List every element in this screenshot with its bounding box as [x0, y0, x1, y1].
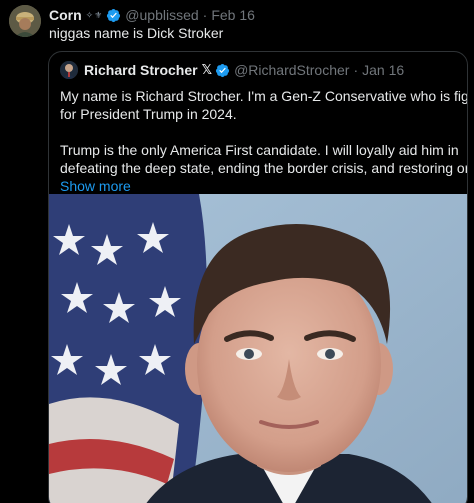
quoted-text-line: defeating the deep state, ending the bor… [60, 160, 468, 176]
quoted-separator-dot: · [353, 62, 359, 78]
portrait-photo [49, 194, 467, 503]
quoted-tweet-text: My name is Richard Strocher. I'm a Gen-Z… [60, 87, 468, 195]
quoted-tweet-card[interactable]: Richard Strocher 𝕏 @RichardStrocher · Ja… [48, 51, 468, 503]
quoted-text-line: My name is Richard Strocher. I'm a Gen-Z… [60, 88, 468, 104]
quoted-text-line: Trump is the only America First candidat… [60, 142, 459, 158]
quoted-verified-icon [215, 63, 230, 78]
tweet-header: Corn ✧⚜ @upblissed · Feb 16 [49, 6, 255, 24]
quoted-tweet-header: Richard Strocher 𝕏 @RichardStrocher · Ja… [60, 60, 404, 80]
author-avatar[interactable] [9, 5, 41, 37]
x-logo-icon: 𝕏 [201, 62, 213, 77]
author-display-name[interactable]: Corn [49, 7, 82, 23]
quoted-author-avatar[interactable] [60, 61, 78, 79]
quoted-author-handle[interactable]: @RichardStrocher [234, 62, 349, 78]
author-handle[interactable]: @upblissed [125, 7, 198, 23]
avatar-image [9, 5, 41, 37]
verified-icon [106, 8, 121, 23]
quoted-tweet-photo[interactable] [49, 194, 467, 503]
separator-dot: · [202, 7, 208, 23]
name-emoji: ✧⚜ [85, 9, 104, 20]
quoted-post-date[interactable]: Jan 16 [362, 62, 404, 78]
quoted-avatar-image [60, 61, 78, 79]
tweet[interactable]: Corn ✧⚜ @upblissed · Feb 16 niggas name … [0, 0, 474, 503]
show-more-link[interactable]: Show more [60, 177, 460, 195]
post-date[interactable]: Feb 16 [211, 7, 255, 23]
tweet-text: niggas name is Dick Stroker [49, 25, 224, 41]
quoted-text-line: for President Trump in 2024. [60, 106, 237, 122]
quoted-author-display-name[interactable]: Richard Strocher [84, 62, 198, 78]
